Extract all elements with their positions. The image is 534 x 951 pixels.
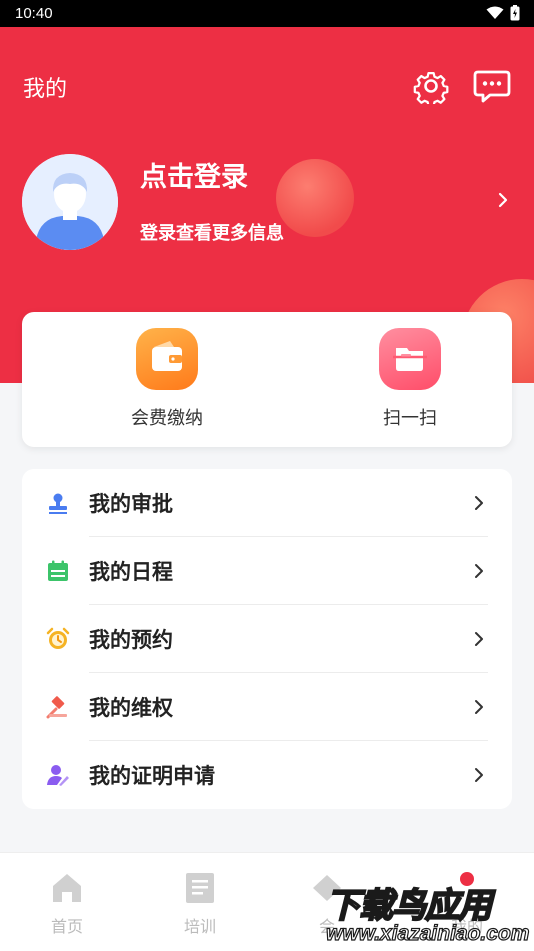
menu-list: 我的审批 我的日程 我的预约 我的维权 我的证明申请 <box>22 469 512 809</box>
scan-icon <box>379 328 441 390</box>
menu-item-label: 我的审批 <box>89 492 173 516</box>
gavel-icon <box>46 696 67 719</box>
watermark-url: www.xiazainiao.com <box>325 921 530 945</box>
message-icon[interactable] <box>473 68 511 104</box>
alarm-clock-icon <box>46 627 70 649</box>
login-subtitle: 登录查看更多信息 <box>140 223 284 244</box>
menu-item-schedule[interactable]: 我的日程 <box>22 537 512 605</box>
tab-training[interactable]: 培训 <box>160 871 240 937</box>
chevron-right-icon <box>475 564 483 578</box>
quick-action-membership-fee[interactable]: 会费缴纳 <box>97 328 237 430</box>
menu-item-approval[interactable]: 我的审批 <box>22 469 512 537</box>
chevron-right-icon[interactable] <box>495 190 511 210</box>
calendar-icon <box>48 560 68 581</box>
home-icon <box>53 874 81 902</box>
menu-item-label: 我的维权 <box>89 696 173 720</box>
login-title[interactable]: 点击登录 <box>140 155 248 194</box>
book-icon <box>186 873 214 903</box>
avatar[interactable] <box>22 154 118 250</box>
quick-action-label: 会费缴纳 <box>131 408 203 429</box>
chevron-right-icon <box>475 700 483 714</box>
pen-user-icon <box>47 765 69 786</box>
menu-item-appointment[interactable]: 我的预约 <box>22 605 512 673</box>
chevron-right-icon <box>475 768 483 782</box>
watermark-brand: 下载鸟应用 <box>325 885 493 927</box>
wallet-icon <box>136 328 198 390</box>
decor-circle <box>276 159 354 237</box>
watermark: 下载鸟应用 www.xiazainiao.com <box>318 872 534 950</box>
battery-icon <box>510 5 520 21</box>
wifi-icon <box>486 6 504 19</box>
quick-action-scan[interactable]: 扫一扫 <box>340 328 480 430</box>
quick-action-label: 扫一扫 <box>383 408 437 429</box>
status-time: 10:40 <box>15 5 53 22</box>
tab-label: 首页 <box>50 917 83 936</box>
user-avatar-icon <box>22 154 118 250</box>
quick-actions-card: 会费缴纳 扫一扫 <box>22 312 512 447</box>
gear-icon[interactable] <box>413 68 449 104</box>
menu-item-label: 我的证明申请 <box>89 764 215 788</box>
status-bar: 10:40 <box>0 0 534 27</box>
chevron-right-icon <box>475 496 483 510</box>
chevron-right-icon <box>475 632 483 646</box>
menu-item-rights-protection[interactable]: 我的维权 <box>22 673 512 741</box>
status-icons <box>486 5 520 21</box>
tab-label: 培训 <box>183 917 216 936</box>
approval-stamp-icon <box>49 493 67 514</box>
tab-home[interactable]: 首页 <box>27 871 107 937</box>
menu-item-label: 我的预约 <box>89 628 173 652</box>
menu-item-label: 我的日程 <box>89 560 173 584</box>
menu-item-certificate-application[interactable]: 我的证明申请 <box>22 741 512 809</box>
page-title: 我的 <box>23 77 68 102</box>
